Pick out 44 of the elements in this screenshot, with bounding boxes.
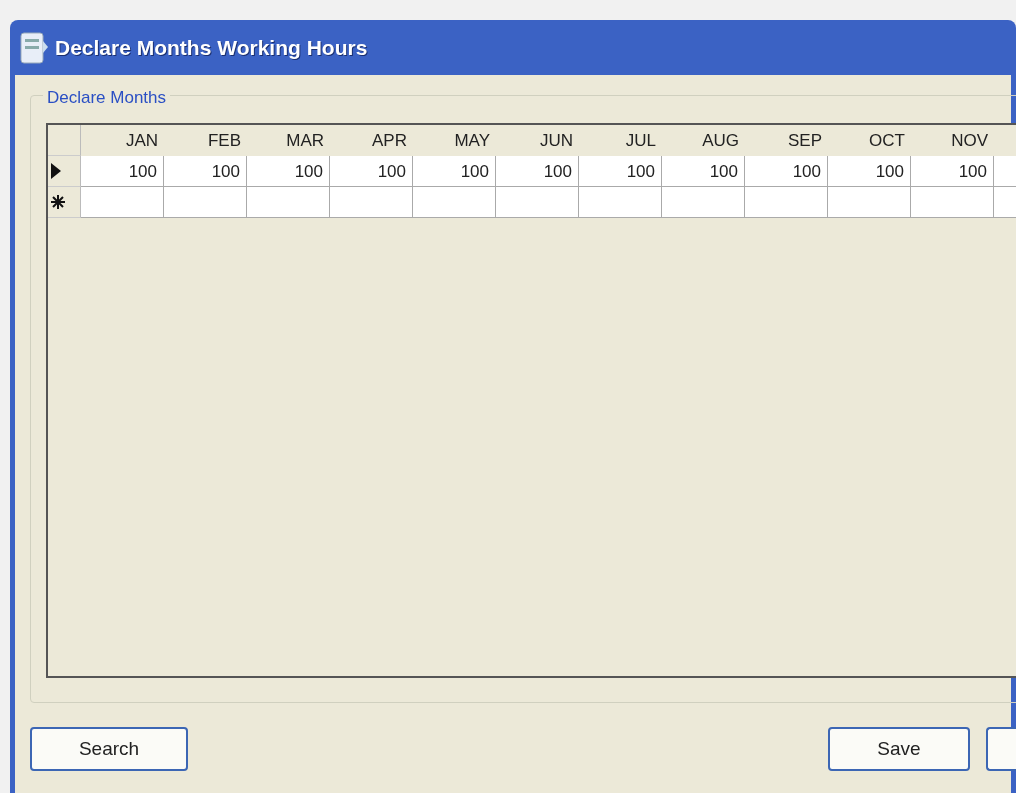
column-header[interactable]: APR [330,125,413,156]
column-header[interactable]: NOV [911,125,994,156]
table-cell[interactable] [662,187,745,218]
table-cell[interactable]: 100 [745,156,828,187]
table-cell[interactable]: 100 [413,156,496,187]
table-cell[interactable]: 100 [330,156,413,187]
table-cell[interactable] [745,187,828,218]
dialog-button[interactable] [986,727,1016,771]
column-header[interactable]: MAY [413,125,496,156]
new-row-icon [51,195,65,209]
table-cell[interactable]: 100 [496,156,579,187]
table-cell[interactable] [247,187,330,218]
table-cell[interactable]: 100 [662,156,745,187]
column-header[interactable]: OCT [828,125,911,156]
table-cell[interactable] [994,156,1016,187]
table-cell[interactable] [911,187,994,218]
current-row-icon [51,163,61,179]
table-cell[interactable]: 100 [579,156,662,187]
table-cell[interactable] [828,187,911,218]
column-header[interactable]: FEB [164,125,247,156]
column-header[interactable]: MAR [247,125,330,156]
column-header[interactable]: JUL [579,125,662,156]
table-cell[interactable]: 100 [164,156,247,187]
app-icon [19,30,49,65]
window-title: Declare Months Working Hours [55,34,368,61]
table-cell[interactable]: 100 [81,156,164,187]
search-button[interactable]: Search [30,727,188,771]
column-header[interactable]: SEP [745,125,828,156]
table-cell[interactable] [81,187,164,218]
column-header[interactable]: JAN [81,125,164,156]
row-header[interactable] [48,156,81,187]
table-cell[interactable] [496,187,579,218]
table-cell[interactable]: 100 [911,156,994,187]
row-header[interactable] [48,187,81,218]
table-cell[interactable] [413,187,496,218]
column-header[interactable]: AUG [662,125,745,156]
save-button[interactable]: Save [828,727,970,771]
table-cell[interactable] [579,187,662,218]
column-header[interactable]: JUN [496,125,579,156]
table-cell[interactable] [330,187,413,218]
table-cell[interactable] [164,187,247,218]
table-cell[interactable]: 100 [828,156,911,187]
table-cell[interactable] [994,187,1016,218]
table-cell[interactable]: 100 [247,156,330,187]
